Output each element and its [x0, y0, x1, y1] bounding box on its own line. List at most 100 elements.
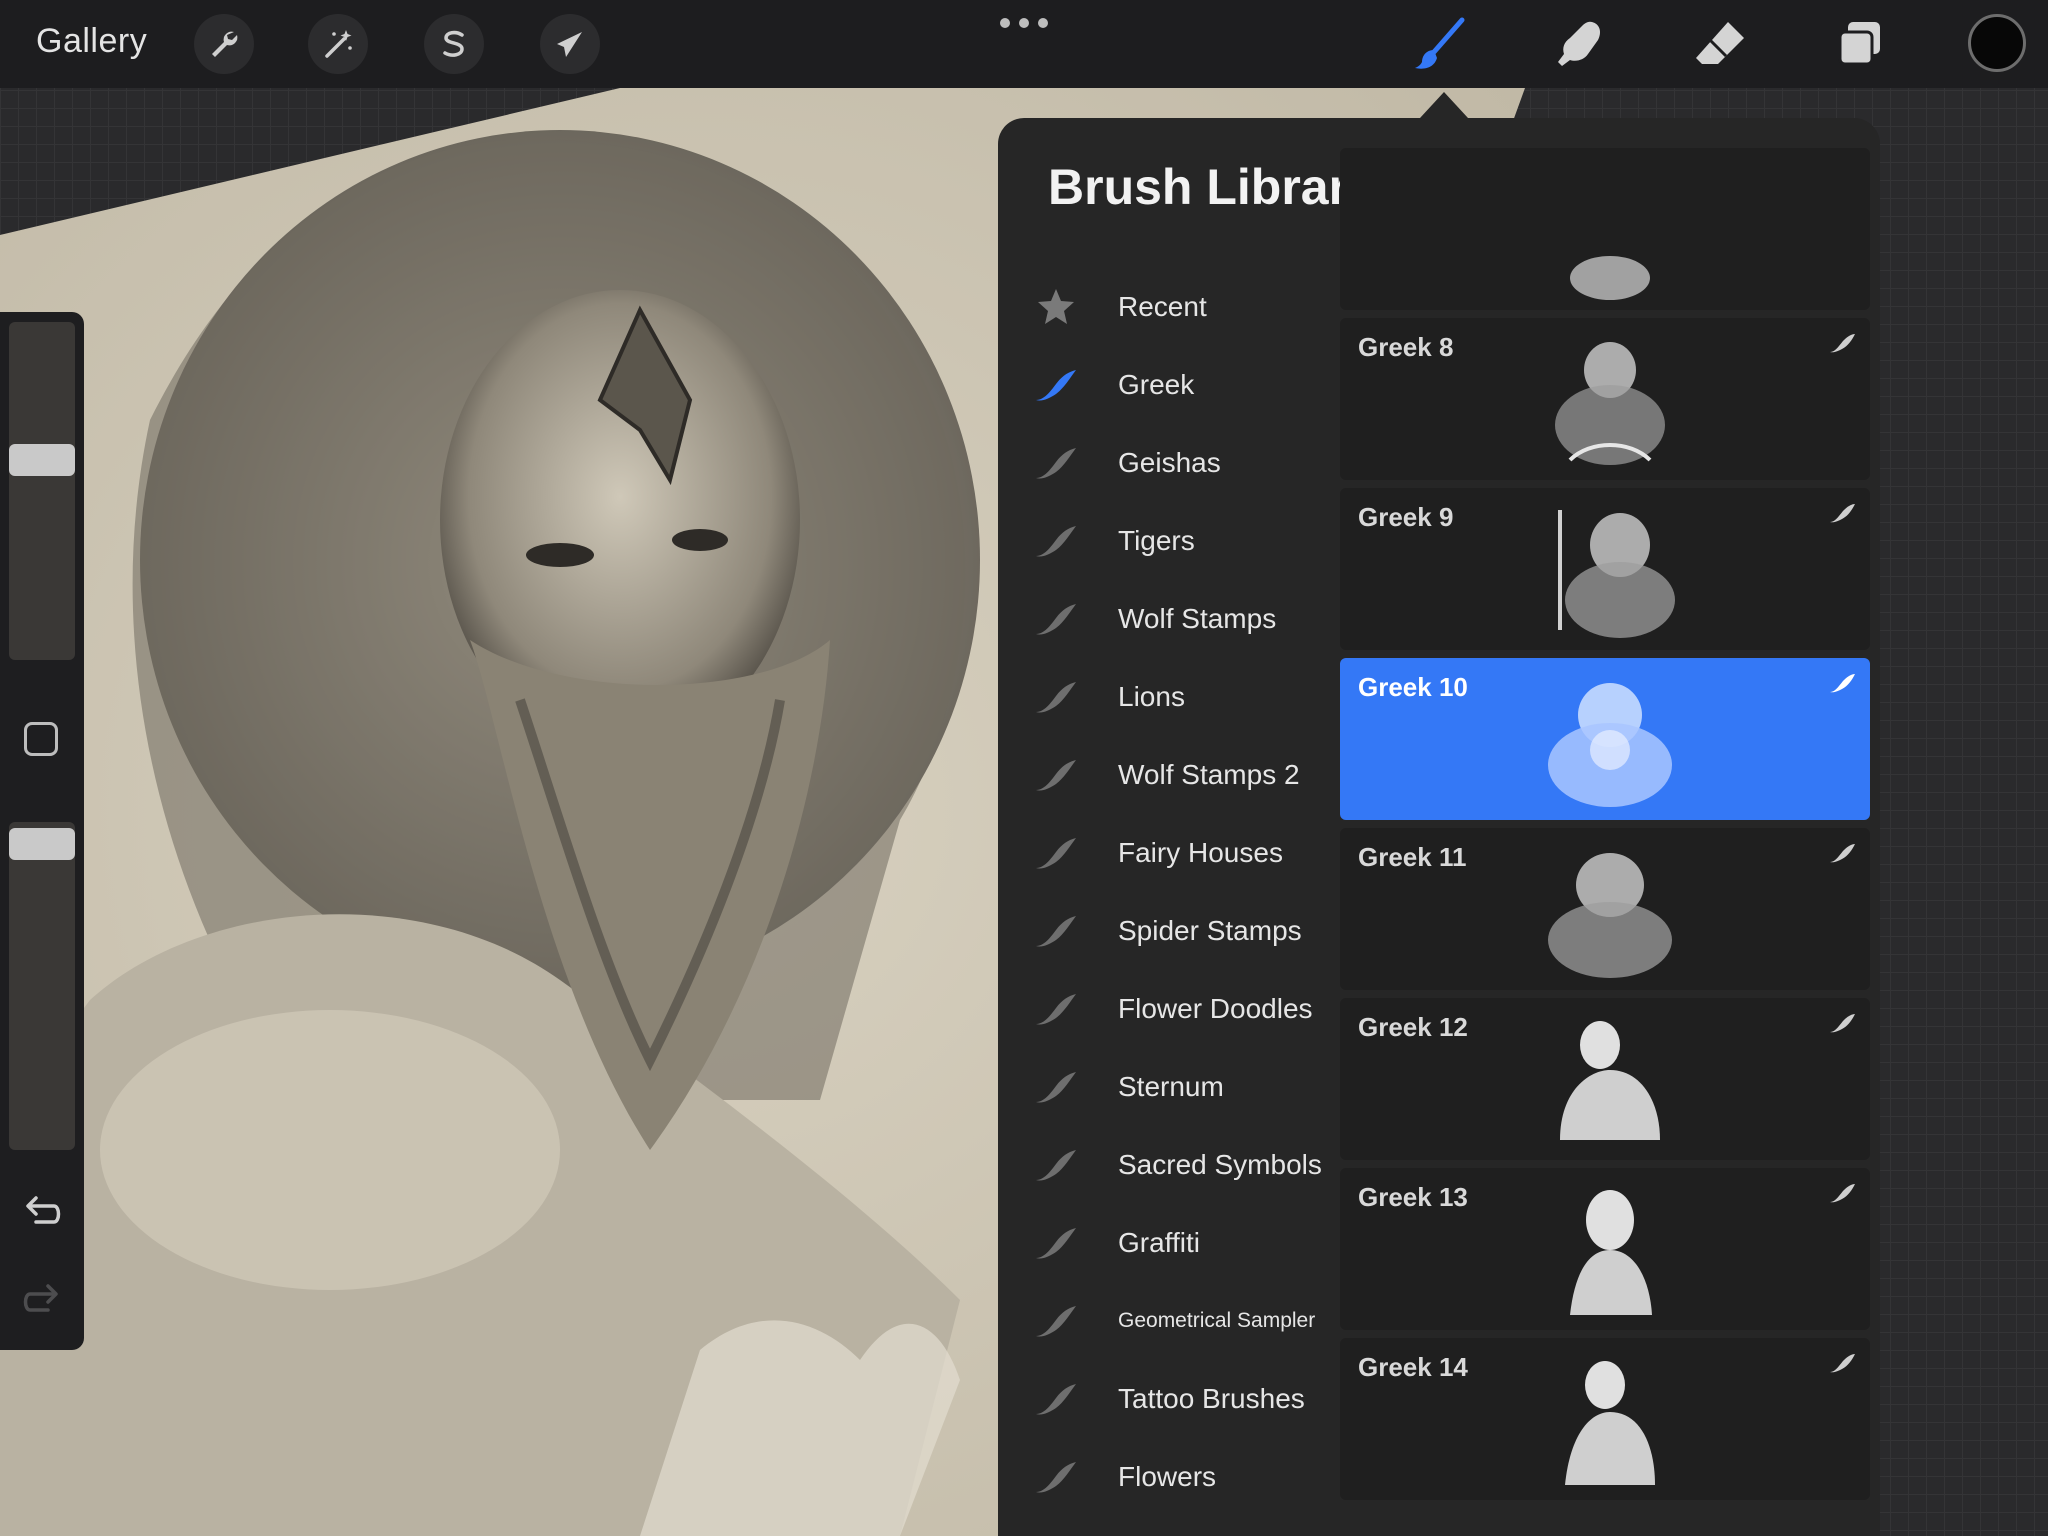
- selection-s-icon: [443, 30, 464, 57]
- brush-set-label: Recent: [1118, 291, 1207, 322]
- brush-stroke-icon: [1036, 370, 1076, 401]
- brush-set-label: Sternum: [1118, 1071, 1224, 1102]
- eraser-icon: [1696, 22, 1744, 64]
- wrench-icon: [212, 31, 238, 57]
- brush-stroke-icon: [1830, 1014, 1855, 1033]
- selection-button[interactable]: [424, 14, 484, 74]
- brush-size-thumb[interactable]: [9, 444, 75, 476]
- brush-set-sternum[interactable]: Sternum: [998, 1048, 1338, 1126]
- color-swatch[interactable]: [1968, 14, 2026, 72]
- brush-stroke-icon: [1036, 760, 1076, 791]
- gallery-button[interactable]: Gallery: [36, 22, 147, 61]
- star-icon: [1038, 289, 1074, 324]
- brush-set-label: Wolf Stamps: [1118, 603, 1277, 634]
- brush-set-flower-doodles[interactable]: Flower Doodles: [998, 970, 1338, 1048]
- more-options-dots[interactable]: [1000, 18, 1048, 30]
- brush-size-slider[interactable]: [9, 322, 75, 660]
- opacity-slider[interactable]: [9, 822, 75, 1150]
- brush-thumbnail: [1555, 342, 1665, 465]
- brush-stroke-icon: [1036, 682, 1076, 713]
- brush-stroke-icon: [1830, 844, 1855, 863]
- brush-stroke-icon: [1036, 1384, 1076, 1415]
- brush-stroke-icon: [1036, 1462, 1076, 1493]
- eraser-tool-button[interactable]: [1690, 14, 1750, 74]
- magic-button[interactable]: [308, 14, 368, 74]
- brush-card-greek-14[interactable]: Greek 14: [1340, 1338, 1870, 1500]
- brush-card-greek-13[interactable]: Greek 13: [1340, 1168, 1870, 1330]
- brush-set-label: Sacred Symbols: [1118, 1149, 1322, 1180]
- top-toolbar: Gallery: [0, 0, 2048, 88]
- brush-set-geometrical-sampler[interactable]: Geometrical Sampler: [998, 1282, 1338, 1360]
- brush-set-wolf-stamps-2[interactable]: Wolf Stamps 2: [998, 736, 1338, 814]
- brush-set-label: Flower Doodles: [1118, 993, 1313, 1024]
- brush-stroke-icon: [1036, 526, 1076, 557]
- brush-card-partial[interactable]: [1340, 148, 1870, 310]
- brush-set-label: Greek: [1118, 369, 1195, 400]
- brush-card-greek-8[interactable]: Greek 8: [1340, 318, 1870, 480]
- brush-set-geishas[interactable]: Geishas: [998, 424, 1338, 502]
- transform-button[interactable]: [540, 14, 600, 74]
- brush-set-tigers[interactable]: Tigers: [998, 502, 1338, 580]
- brush-card-greek-9[interactable]: Greek 9: [1340, 488, 1870, 650]
- brush-set-fairy-houses[interactable]: Fairy Houses: [998, 814, 1338, 892]
- brush-card-greek-12[interactable]: Greek 12: [1340, 998, 1870, 1160]
- brush-stroke-icon: [1036, 1306, 1076, 1337]
- brush-set-label: Spider Stamps: [1118, 915, 1302, 946]
- opacity-thumb[interactable]: [9, 828, 75, 860]
- adjustments-button[interactable]: [194, 14, 254, 74]
- brush-name: Greek 11: [1358, 842, 1467, 872]
- brush-card-greek-10[interactable]: Greek 10: [1340, 658, 1870, 820]
- brush-set-lions[interactable]: Lions: [998, 658, 1338, 736]
- brush-thumbnail: [1560, 1021, 1660, 1140]
- brush-set-graffiti[interactable]: Graffiti: [998, 1204, 1338, 1282]
- brush-icon: [1415, 17, 1465, 69]
- panel-pointer: [1420, 92, 1468, 118]
- brush-set-label: Geometrical Sampler: [1118, 1309, 1316, 1332]
- brush-thumbnail: [1548, 853, 1672, 978]
- brush-set-flowers[interactable]: Flowers: [998, 1438, 1338, 1516]
- smudge-finger-icon: [1558, 21, 1600, 67]
- undo-icon[interactable]: [20, 1192, 64, 1236]
- brush-stroke-icon: [1036, 916, 1076, 947]
- brush-thumbnail: [1548, 683, 1672, 807]
- brush-set-label: Graffiti: [1118, 1227, 1200, 1258]
- brush-stroke-icon: [1830, 504, 1855, 523]
- brush-list: Greek 8 Greek 9 Greek 10 Greek 11 Greek …: [1340, 148, 1870, 1536]
- brush-tool-button[interactable]: [1410, 14, 1470, 74]
- brush-stroke-icon: [1036, 1228, 1076, 1259]
- brush-stroke-icon: [1830, 674, 1855, 693]
- brush-set-label: Wolf Stamps 2: [1118, 759, 1300, 790]
- brush-set-wolf-stamps[interactable]: Wolf Stamps: [998, 580, 1338, 658]
- brush-stroke-icon: [1830, 1354, 1855, 1373]
- brush-stroke-icon: [1036, 1072, 1076, 1103]
- magic-wand-icon: [325, 30, 352, 58]
- modify-button[interactable]: [24, 722, 58, 756]
- smudge-tool-button[interactable]: [1550, 14, 1610, 74]
- brush-stroke-icon: [1036, 448, 1076, 479]
- left-sidebar: [0, 312, 84, 1350]
- brush-stroke-icon: [1036, 994, 1076, 1025]
- brush-set-list: Recent Greek Geishas Tigers Wolf Stamps …: [998, 268, 1338, 1516]
- brush-name: Greek 12: [1358, 1012, 1468, 1042]
- brush-set-spider-stamps[interactable]: Spider Stamps: [998, 892, 1338, 970]
- brush-set-label: Flowers: [1118, 1461, 1217, 1492]
- brush-thumbnail: [1570, 256, 1650, 300]
- brush-card-greek-11[interactable]: Greek 11: [1340, 828, 1870, 990]
- brush-stroke-icon: [1830, 334, 1855, 353]
- brush-set-greek[interactable]: Greek: [998, 346, 1338, 424]
- brush-set-label: Fairy Houses: [1118, 837, 1283, 868]
- brush-stroke-icon: [1830, 1184, 1855, 1203]
- dot: [1038, 18, 1048, 28]
- brush-set-recent[interactable]: Recent: [998, 268, 1338, 346]
- brush-set-tattoo-brushes[interactable]: Tattoo Brushes: [998, 1360, 1338, 1438]
- brush-set-label: Geishas: [1118, 447, 1221, 478]
- dot: [1000, 18, 1010, 28]
- brush-set-label: Lions: [1118, 681, 1185, 712]
- brush-stroke-icon: [1036, 1150, 1076, 1181]
- layers-tool-button[interactable]: [1830, 14, 1890, 74]
- brush-library-title: Brush Library: [1048, 159, 1376, 215]
- brush-thumbnail: [1570, 1190, 1652, 1315]
- brush-name: Greek 8: [1358, 332, 1454, 362]
- redo-icon[interactable]: [20, 1280, 64, 1324]
- brush-set-sacred-symbols[interactable]: Sacred Symbols: [998, 1126, 1338, 1204]
